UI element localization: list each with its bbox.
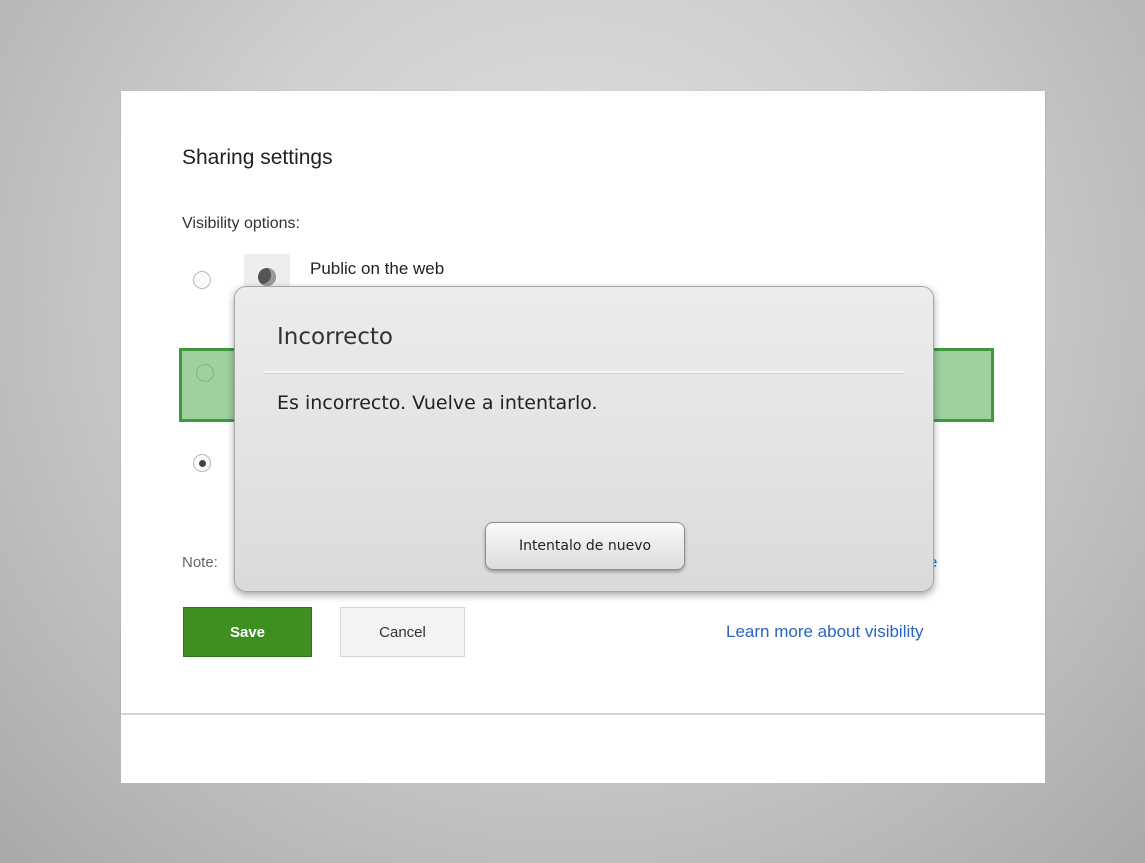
cancel-button[interactable]: Cancel [340,607,465,657]
dialog-title: Incorrecto [277,324,393,350]
option-label-public: Public on the web [310,259,445,278]
learn-more-link[interactable]: Learn more about visibility [726,622,923,642]
dialog-message: Es incorrecto. Vuelve a intentarlo. [277,392,598,414]
radio-option-3-selected[interactable] [193,454,211,472]
panel-footer [121,713,1045,783]
globe-icon-box [244,254,290,288]
dialog-divider [265,371,903,374]
slide-stage: Sharing settings Visibility options: Pub… [0,0,1145,863]
page-title: Sharing settings [182,146,333,169]
visibility-options-label: Visibility options: [182,215,300,232]
retry-button[interactable]: Intentalo de nuevo [485,522,685,570]
save-button[interactable]: Save [183,607,312,657]
radio-option-2[interactable] [196,364,214,382]
radio-public-on-web[interactable] [193,271,211,289]
feedback-dialog: Incorrecto Es incorrecto. Vuelve a inten… [234,286,934,592]
note-text: Note: [182,554,218,571]
globe-icon [258,268,276,286]
